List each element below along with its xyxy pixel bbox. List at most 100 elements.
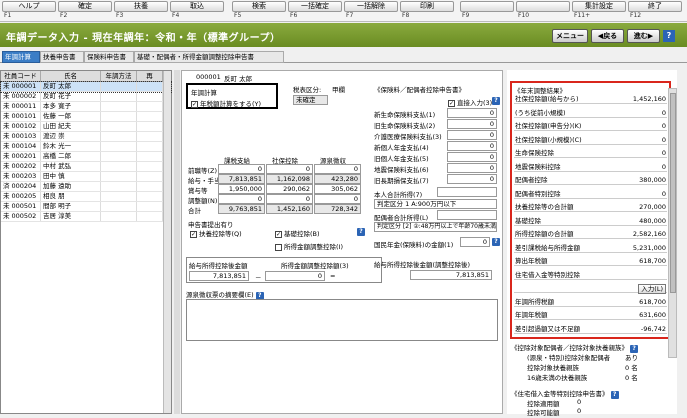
fkey-4[interactable]: 取込 F4: [170, 1, 224, 21]
result-key: 差引課税給与所得金額: [515, 243, 580, 252]
pay-cell[interactable]: 0: [266, 164, 313, 174]
next-button[interactable]: 進む▶: [627, 29, 660, 43]
fkey-label[interactable]: ヘルプ: [2, 1, 56, 12]
pay-row-label: 調整額(N): [188, 197, 218, 205]
help-icon[interactable]: ?: [492, 238, 500, 246]
col-method[interactable]: 年調方法: [101, 71, 137, 81]
help-icon[interactable]: ?: [357, 228, 365, 236]
fkey-label[interactable]: [460, 1, 514, 12]
employee-code-cell: 未 000205: [1, 192, 41, 201]
fkey-label[interactable]: 確定: [58, 1, 112, 12]
kiso-checkbox[interactable]: ✓ 基礎控除(B): [275, 228, 320, 238]
fkey-11[interactable]: 集計設定 F11+: [572, 1, 626, 21]
fuyou-value: あり: [625, 354, 638, 362]
employee-code-cell: 未 000002: [1, 92, 41, 101]
table-row[interactable]: 未 000101 佐藤 一郎: [1, 112, 171, 122]
table-row[interactable]: 未 000202 中村 武弘: [1, 162, 171, 172]
fkey-9[interactable]: F9: [460, 1, 514, 21]
table-row[interactable]: 未 000011 本多 寛子: [1, 102, 171, 112]
pay-cell[interactable]: 0: [266, 194, 313, 204]
equal-sign: =: [330, 272, 336, 280]
fkey-10[interactable]: F10: [516, 1, 570, 21]
pay-cell[interactable]: 0: [314, 164, 361, 174]
table-row[interactable]: 未 000001 反町 太郎: [0, 81, 172, 93]
table-row[interactable]: 未 000103 渡辺 崇: [1, 132, 171, 142]
col-code[interactable]: 社員コード: [1, 71, 41, 81]
table-row[interactable]: 未 000502 吉居 淳美: [1, 212, 171, 222]
function-key-bar: ヘルプ F1 確定 F2 扶養 F3 取込 F4 検索 F5 一括確定 F6 一括解除 F7 印刷 F8 F9 F…: [0, 0, 687, 22]
employee-code-cell: 未 000011: [1, 102, 41, 111]
fuyou-value: 0 名: [625, 364, 638, 372]
tab-hoken[interactable]: 保険料申告書: [84, 51, 134, 63]
insurance-input[interactable]: 0: [447, 130, 497, 140]
employee-list-scrollbar[interactable]: [163, 71, 171, 413]
income-label-1: 給与所得控除後金額: [189, 262, 248, 270]
col-name[interactable]: 氏名: [41, 71, 101, 81]
fkey-7[interactable]: 一括解除 F7: [344, 1, 398, 21]
fkey-label[interactable]: 検索: [232, 1, 286, 12]
tab-fuyo[interactable]: 扶養申告書: [40, 51, 84, 63]
pay-cell[interactable]: 0: [314, 194, 361, 204]
scroll-thumb[interactable]: [670, 93, 676, 293]
table-row[interactable]: 未 000102 山田 紀夫: [1, 122, 171, 132]
tab-kiso-haigu[interactable]: 基礎・配偶者・所得金額調整控除申告書: [134, 51, 284, 63]
fkey-label[interactable]: 終了: [628, 1, 682, 12]
table-row[interactable]: 未 000203 田中 慎: [1, 172, 171, 182]
fkey-2[interactable]: 確定 F2: [58, 1, 112, 21]
nenzei-checkbox[interactable]: ✓ 年税額計算をする(Y): [191, 98, 261, 108]
fkey-label[interactable]: 扶養: [114, 1, 168, 12]
insurance-input[interactable]: 0: [447, 174, 497, 184]
direct-input-checkbox[interactable]: ✓ 直接入力(3): [448, 97, 492, 107]
help-icon[interactable]: ?: [663, 30, 675, 42]
pay-cell[interactable]: 0: [218, 194, 265, 204]
result-row: 配偶者特別控除 0: [514, 190, 667, 199]
fkey-label[interactable]: 印刷: [400, 1, 454, 12]
fkey-label[interactable]: 集計設定: [572, 1, 626, 12]
calc-panel: 000001 反町 太郎 年調計算 ✓ 年税額計算をする(Y) 税表区分: 甲欄 …: [181, 70, 503, 414]
fkey-number: F9: [462, 12, 470, 19]
table-row[interactable]: 済 000204 加藤 遠助: [1, 182, 171, 192]
status-cell: 未: [3, 92, 10, 100]
honnin-income-input[interactable]: [437, 187, 497, 197]
fkey-label[interactable]: 一括確定: [288, 1, 342, 12]
table-row[interactable]: 未 000501 間部 明子: [1, 202, 171, 212]
insurance-input[interactable]: 0: [447, 119, 497, 129]
shotoku-checkbox[interactable]: 所得金額調整控除(I): [275, 241, 343, 251]
table-row[interactable]: 未 000205 相良 朋: [1, 192, 171, 202]
kokumin-value[interactable]: 0: [460, 237, 490, 247]
back-button[interactable]: ◀戻る: [591, 29, 624, 43]
re-cell: [137, 182, 163, 191]
result-scrollbar[interactable]: [668, 88, 677, 358]
insurance-input[interactable]: 0: [447, 163, 497, 173]
pay-cell: 423,280: [314, 174, 361, 184]
fkey-12[interactable]: 終了 F12: [628, 1, 682, 21]
fkey-3[interactable]: 扶養 F3: [114, 1, 168, 21]
fkey-1[interactable]: ヘルプ F1: [2, 1, 56, 21]
help-icon[interactable]: ?: [492, 97, 500, 105]
employee-code-cell: 未 000202: [1, 162, 41, 171]
tab-nencho-calc[interactable]: 年調計算: [2, 51, 40, 63]
table-row[interactable]: 未 000201 高橋 二郎: [1, 152, 171, 162]
code-cell: 000204: [11, 182, 37, 190]
table-row[interactable]: 未 000104 鈴木 光一: [1, 142, 171, 152]
fkey-label[interactable]: 取込: [170, 1, 224, 12]
result-value: 2,582,160: [632, 230, 666, 238]
fkey-5[interactable]: 検索 F5: [232, 1, 286, 21]
pay-cell[interactable]: 0: [218, 164, 265, 174]
fuyo-checkbox[interactable]: ✓ 扶養控除等(Q): [190, 228, 242, 238]
spouse-income-input[interactable]: [437, 210, 497, 220]
jutaku-input-button[interactable]: 入力(L): [638, 284, 666, 294]
insurance-input[interactable]: 0: [447, 152, 497, 162]
tekiyo-textarea[interactable]: [186, 299, 498, 341]
fkey-label[interactable]: [516, 1, 570, 12]
re-cell: [137, 112, 163, 121]
insurance-input[interactable]: 0: [447, 141, 497, 151]
table-row[interactable]: 未 000002 反町 花子: [1, 92, 171, 102]
splitter[interactable]: [174, 70, 180, 414]
col-re[interactable]: 再: [137, 71, 163, 81]
menu-button[interactable]: メニュー: [552, 29, 588, 43]
fkey-6[interactable]: 一括確定 F6: [288, 1, 342, 21]
fkey-8[interactable]: 印刷 F8: [400, 1, 454, 21]
insurance-input[interactable]: 0: [447, 108, 497, 118]
fkey-label[interactable]: 一括解除: [344, 1, 398, 12]
